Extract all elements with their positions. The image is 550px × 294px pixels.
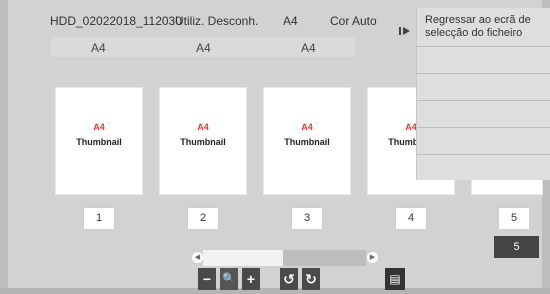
zoom-icon[interactable]: 🔍 <box>220 268 238 290</box>
menu-divider <box>417 73 550 74</box>
thumbnail-size: A4 <box>93 122 105 132</box>
zoom-out-button[interactable]: − <box>198 268 216 290</box>
size-strip <box>50 37 175 57</box>
thumbnail-page-2[interactable]: A4 Thumbnail <box>160 88 246 194</box>
page-number-3[interactable]: 3 <box>291 207 323 230</box>
scroll-left-icon[interactable]: ◀ <box>192 252 203 263</box>
menu-divider <box>417 100 550 101</box>
menu-item-return-to-file-selection[interactable]: Regressar ao ecrã de selecção do ficheir… <box>425 14 545 40</box>
thumbnail-size: A4 <box>301 122 313 132</box>
menu-divider <box>417 46 550 47</box>
scrollbar-thumb[interactable] <box>203 250 283 266</box>
page-layout-icon[interactable]: ▤ <box>385 268 405 290</box>
size-label-3: A4 <box>301 41 316 55</box>
thumbnail-label: Thumbnail <box>284 137 330 147</box>
rotate-left-icon[interactable]: ↺ <box>280 268 298 290</box>
file-paper: A4 <box>283 14 298 28</box>
thumbnail-label: Thumbnail <box>180 137 226 147</box>
page-number-4[interactable]: 4 <box>395 207 427 230</box>
menu-divider <box>417 127 550 128</box>
file-usage: Utiliz. Desconh. <box>175 14 259 28</box>
zoom-in-button[interactable]: + <box>242 268 260 290</box>
page-number-1[interactable]: 1 <box>83 207 115 230</box>
thumbnail-page-1[interactable]: A4 Thumbnail <box>56 88 142 194</box>
flyout-menu: Regressar ao ecrã de selecção do ficheir… <box>416 8 550 180</box>
thumbnail-size: A4 <box>197 122 209 132</box>
size-label-1: A4 <box>91 41 106 55</box>
page-number-5[interactable]: 5 <box>498 207 530 230</box>
bottom-edge <box>0 288 550 294</box>
menu-divider <box>417 154 550 155</box>
scroll-right-icon[interactable]: ▶ <box>367 252 378 263</box>
rotate-right-icon[interactable]: ↻ <box>302 268 320 290</box>
thumbnail-page-3[interactable]: A4 Thumbnail <box>264 88 350 194</box>
thumbnail-label: Thumbnail <box>76 137 122 147</box>
size-label-2: A4 <box>196 41 211 55</box>
play-pause-icon[interactable] <box>395 24 415 44</box>
total-pages-badge: 5 <box>494 236 539 258</box>
file-color-mode: Cor Auto <box>330 14 377 28</box>
left-edge <box>0 0 8 294</box>
file-name: HDD_02022018_112030 <box>50 14 182 28</box>
page-number-2[interactable]: 2 <box>187 207 219 230</box>
